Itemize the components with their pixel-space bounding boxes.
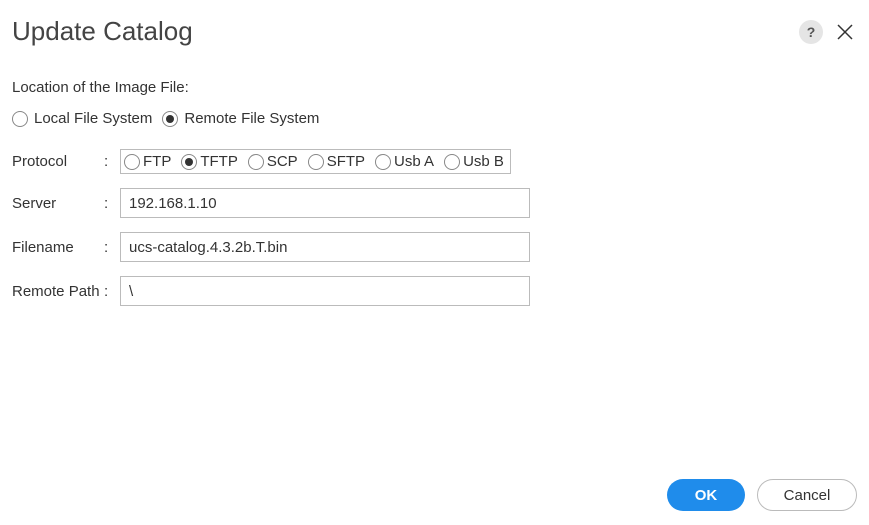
close-icon [836, 23, 854, 41]
protocol-row: Protocol : FTP TFTP SCP SFTP Usb A Usb B [12, 149, 857, 174]
radio-label: Usb A [394, 153, 434, 170]
colon: : [104, 283, 120, 300]
filename-input[interactable] [120, 232, 530, 262]
dialog-footer: OK Cancel [667, 479, 857, 511]
help-button[interactable]: ? [799, 20, 823, 44]
radio-label: Remote File System [184, 110, 319, 127]
remote-path-row: Remote Path : [12, 276, 857, 306]
location-label: Location of the Image File: [12, 79, 857, 96]
colon: : [104, 195, 120, 212]
cancel-button-label: Cancel [784, 487, 831, 504]
radio-icon [375, 154, 391, 170]
help-icon: ? [807, 24, 816, 40]
radio-icon [124, 154, 140, 170]
protocol-label: Protocol [12, 153, 104, 170]
radio-icon-selected [181, 154, 197, 170]
filename-row: Filename : [12, 232, 857, 262]
filename-label: Filename [12, 239, 104, 256]
protocol-radio-group: FTP TFTP SCP SFTP Usb A Usb B [120, 149, 511, 174]
header-actions: ? [799, 20, 857, 44]
radio-icon [444, 154, 460, 170]
ok-button-label: OK [695, 487, 718, 504]
close-button[interactable] [833, 20, 857, 44]
server-input[interactable] [120, 188, 530, 218]
radio-scp[interactable]: SCP [248, 153, 298, 170]
radio-usb-a[interactable]: Usb A [375, 153, 434, 170]
colon: : [104, 153, 120, 170]
radio-label: Usb B [463, 153, 504, 170]
radio-label: Local File System [34, 110, 152, 127]
radio-icon-selected [162, 111, 178, 127]
radio-label: TFTP [200, 153, 238, 170]
dialog-title: Update Catalog [12, 16, 193, 47]
server-label: Server [12, 195, 104, 212]
cancel-button[interactable]: Cancel [757, 479, 857, 511]
radio-label: FTP [143, 153, 171, 170]
remote-path-input[interactable] [120, 276, 530, 306]
radio-ftp[interactable]: FTP [124, 153, 171, 170]
radio-label: SCP [267, 153, 298, 170]
radio-icon [248, 154, 264, 170]
radio-local-file-system[interactable]: Local File System [12, 110, 152, 127]
radio-icon [308, 154, 324, 170]
dialog-header: Update Catalog ? [12, 16, 857, 47]
radio-usb-b[interactable]: Usb B [444, 153, 504, 170]
radio-remote-file-system[interactable]: Remote File System [162, 110, 319, 127]
location-radio-group: Local File System Remote File System [12, 110, 857, 127]
radio-label: SFTP [327, 153, 365, 170]
radio-icon [12, 111, 28, 127]
radio-tftp[interactable]: TFTP [181, 153, 238, 170]
radio-sftp[interactable]: SFTP [308, 153, 365, 170]
server-row: Server : [12, 188, 857, 218]
ok-button[interactable]: OK [667, 479, 745, 511]
colon: : [104, 239, 120, 256]
remote-path-label: Remote Path [12, 283, 104, 300]
